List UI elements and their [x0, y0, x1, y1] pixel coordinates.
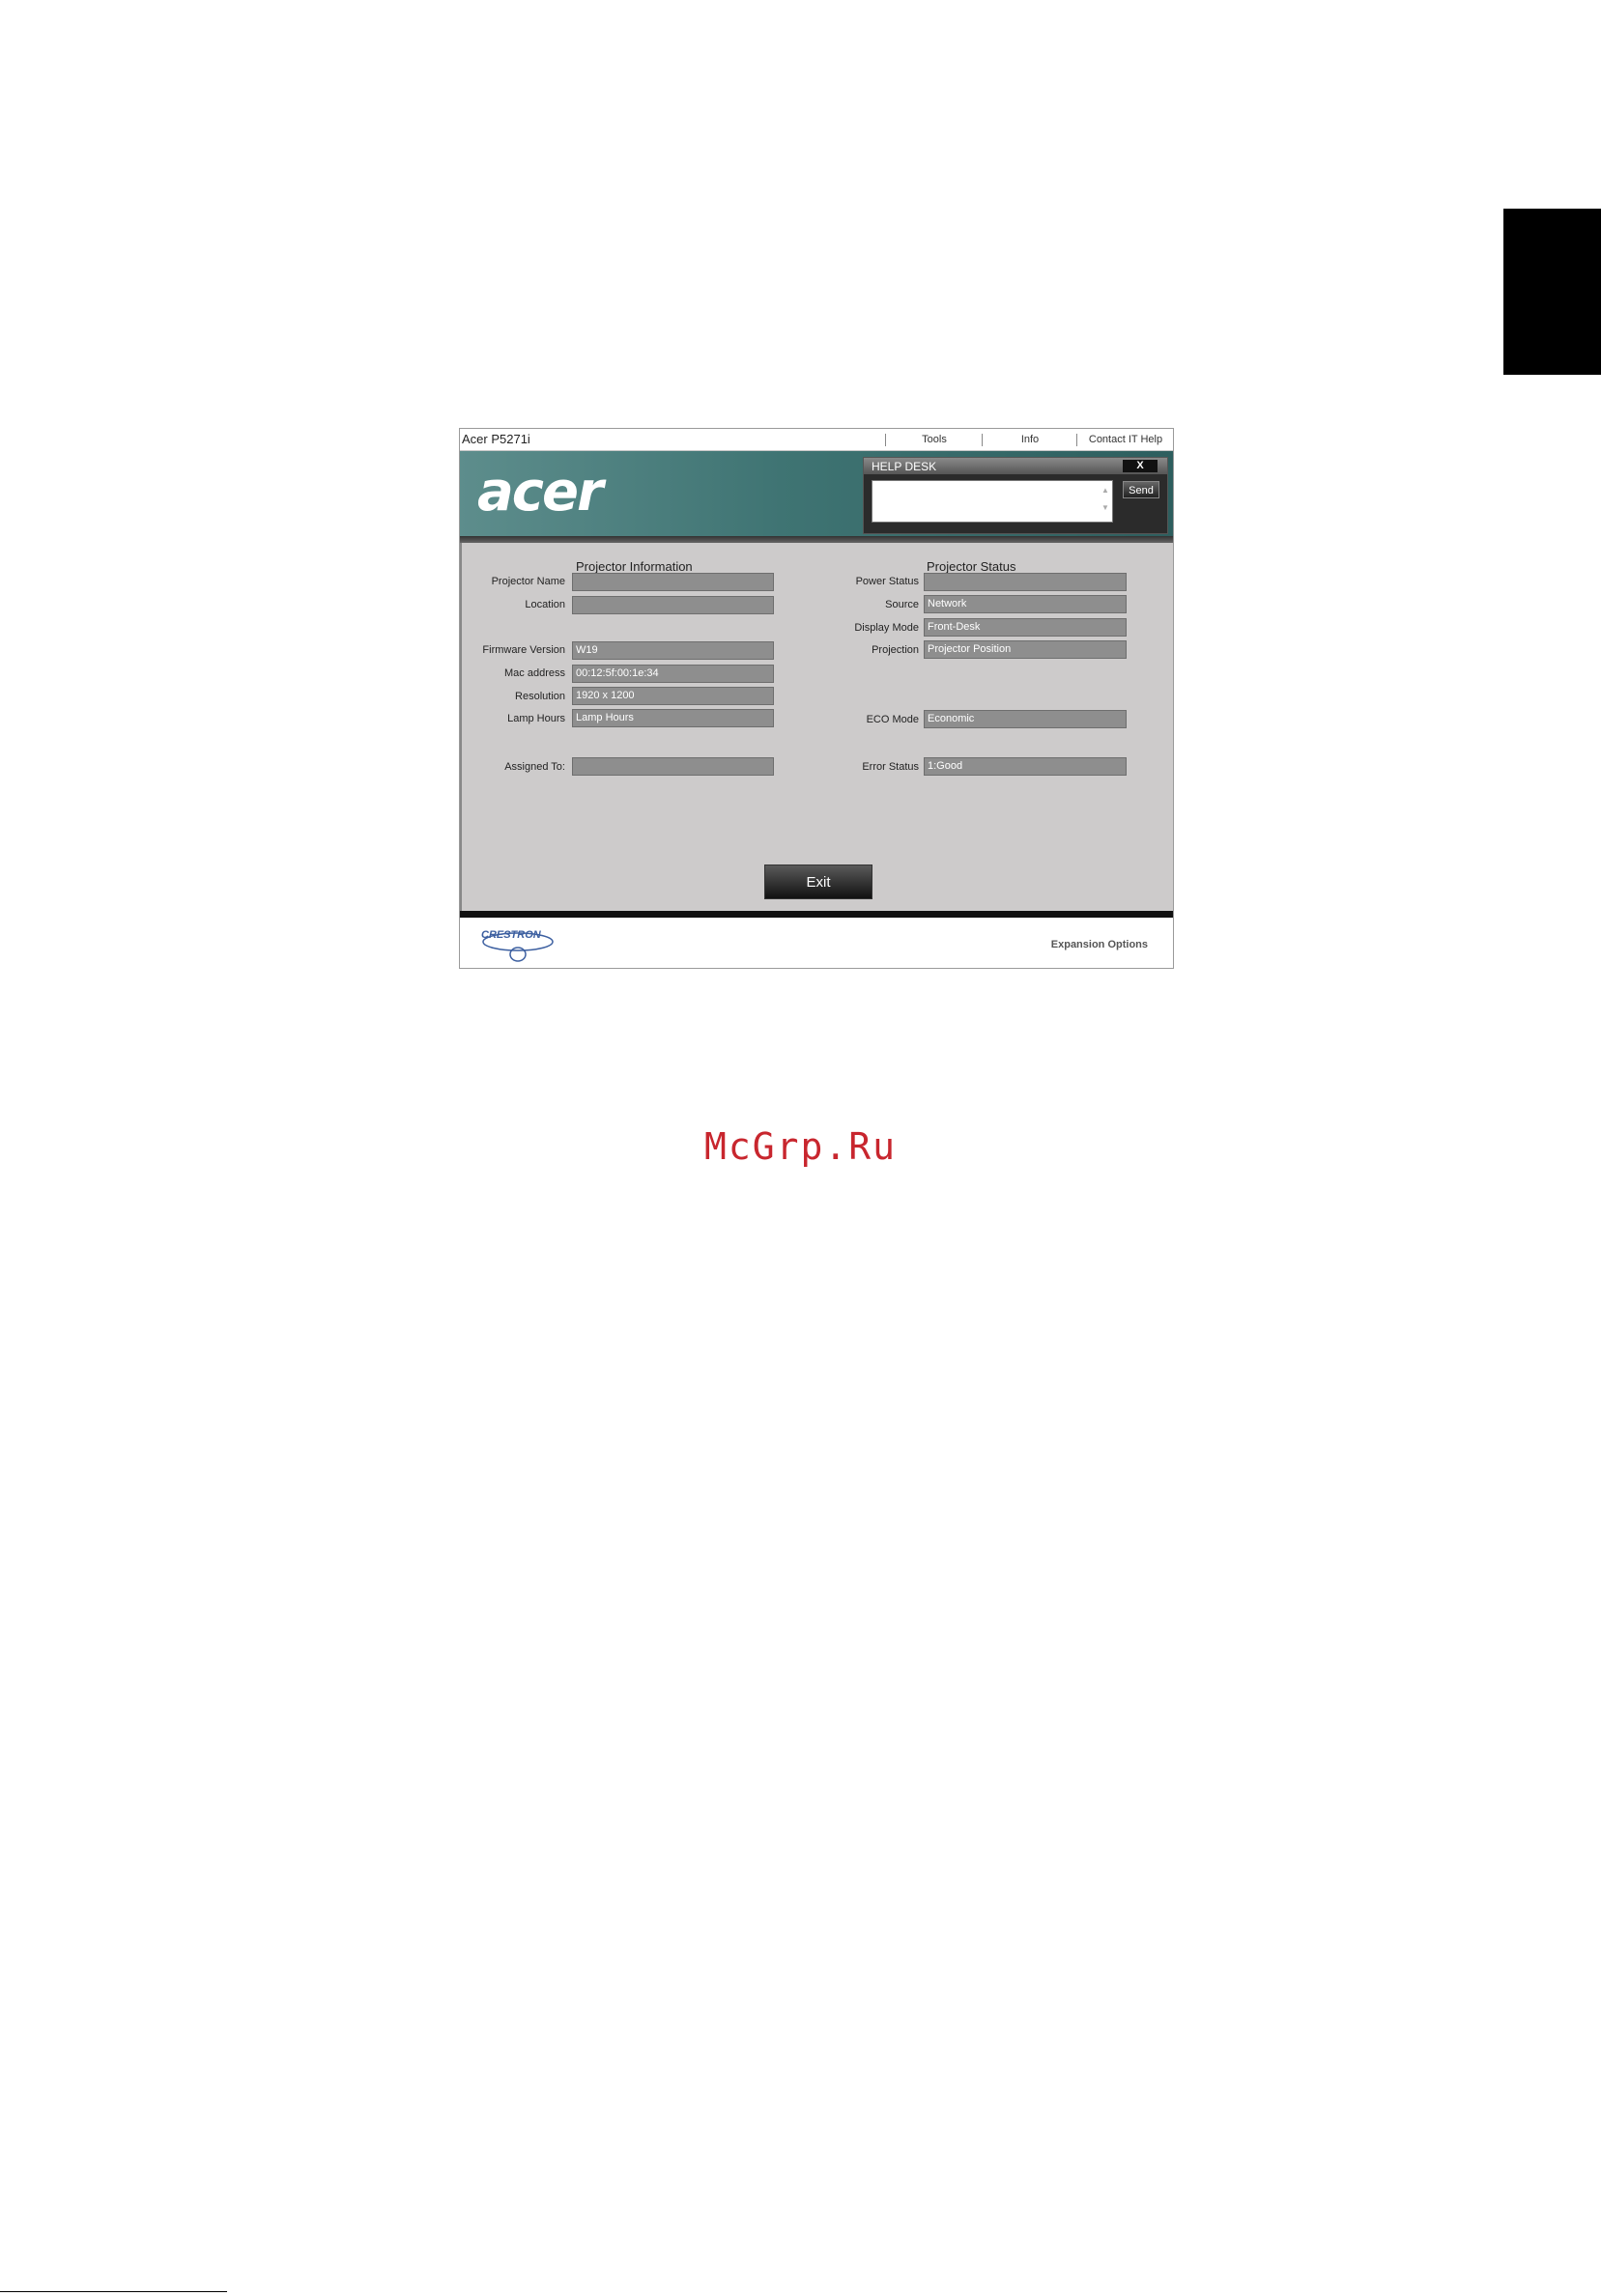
resolution-label: Resolution	[515, 691, 565, 702]
crestron-brand: CRESTRON	[481, 929, 541, 941]
location-field	[572, 596, 774, 614]
menu-tools[interactable]: Tools	[885, 434, 983, 446]
help-desk-scroll-arrows-icon[interactable]: ▲ ▼	[1101, 482, 1109, 517]
assigned-to-label: Assigned To:	[504, 761, 565, 773]
header-divider	[460, 536, 1173, 543]
watermark: McGrp.Ru	[703, 1125, 898, 1168]
power-status-field	[924, 573, 1127, 591]
help-desk-panel: HELP DESK X ▲ ▼ Send	[863, 457, 1168, 534]
power-status-label: Power Status	[855, 576, 919, 587]
expansion-options-link[interactable]: Expansion Options	[1051, 939, 1148, 950]
source-field: Network	[924, 595, 1127, 613]
source-label: Source	[885, 599, 919, 610]
mac-address-field: 00:12:5f:00:1e:34	[572, 665, 774, 683]
help-desk-title: HELP DESK	[872, 460, 937, 473]
display-mode-field: Front-Desk	[924, 618, 1127, 637]
help-desk-message-input[interactable]	[872, 480, 1113, 523]
acer-logo: acer	[477, 461, 604, 524]
projector-name-label: Projector Name	[491, 576, 565, 587]
menu-info[interactable]: Info	[982, 434, 1077, 446]
firmware-version-field: W19	[572, 641, 774, 660]
display-mode-label: Display Mode	[854, 622, 919, 634]
location-label: Location	[525, 599, 565, 610]
projector-name-field	[572, 573, 774, 591]
firmware-version-label: Firmware Version	[482, 644, 565, 656]
footer-divider	[460, 911, 1173, 918]
page-bottom-rule	[0, 2291, 227, 2292]
resolution-field: 1920 x 1200	[572, 687, 774, 705]
eco-mode-label: ECO Mode	[866, 714, 919, 725]
error-status-field: 1:Good	[924, 757, 1127, 776]
app-title: Acer P5271i	[462, 432, 530, 446]
menu-contact-it-help[interactable]: Contact IT Help	[1076, 434, 1173, 446]
assigned-to-field	[572, 757, 774, 776]
menu-bar: Acer P5271i Tools Info Contact IT Help	[460, 429, 1173, 451]
lamp-hours-field: Lamp Hours	[572, 709, 774, 727]
projector-information-title: Projector Information	[576, 559, 693, 574]
footer: CRESTRON Expansion Options	[460, 918, 1173, 968]
projector-web-window: Acer P5271i Tools Info Contact IT Help a…	[459, 428, 1174, 969]
help-desk-close-button[interactable]: X	[1123, 460, 1158, 472]
status-content: Projector Information Projector Status P…	[460, 543, 1173, 911]
eco-mode-field: Economic	[924, 710, 1127, 728]
chapter-tab	[1503, 209, 1601, 375]
error-status-label: Error Status	[862, 761, 919, 773]
mac-address-label: Mac address	[504, 667, 565, 679]
projection-label: Projection	[872, 644, 919, 656]
lamp-hours-label: Lamp Hours	[507, 713, 565, 724]
help-desk-send-button[interactable]: Send	[1123, 481, 1159, 498]
help-desk-titlebar: HELP DESK X	[864, 458, 1167, 474]
exit-button[interactable]: Exit	[764, 865, 872, 899]
header-banner: acer HELP DESK X ▲ ▼ Send	[460, 451, 1173, 536]
projector-status-title: Projector Status	[927, 559, 1016, 574]
projection-field: Projector Position	[924, 640, 1127, 659]
